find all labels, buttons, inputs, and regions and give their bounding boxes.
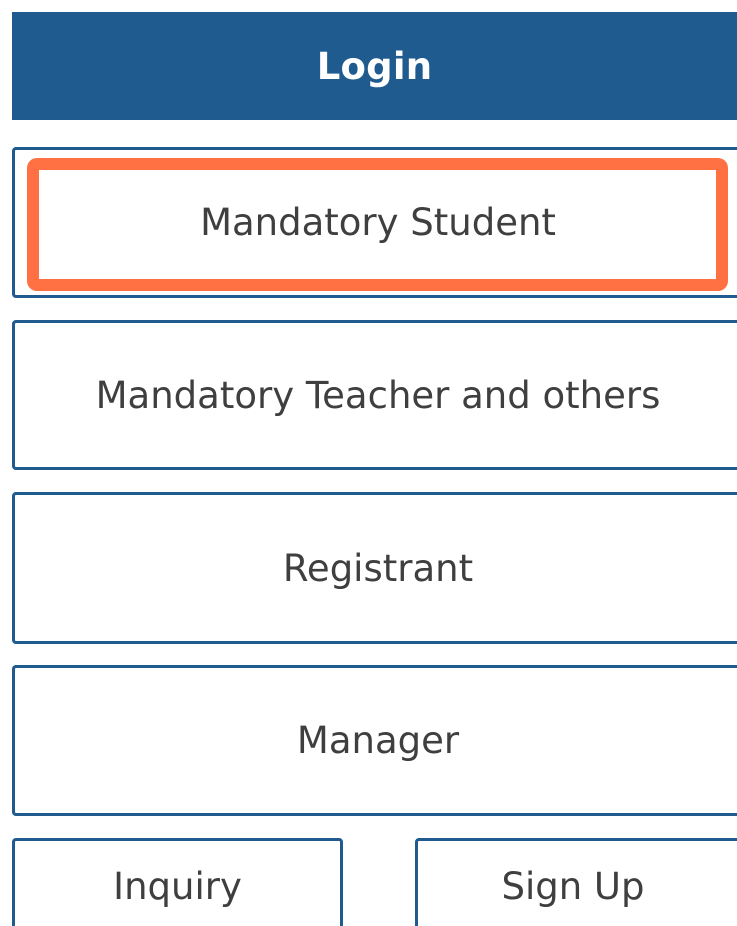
page-title: Login (316, 44, 433, 88)
inquiry-button[interactable]: Inquiry (12, 838, 343, 926)
login-header: Login (12, 12, 737, 120)
login-page: Login Mandatory Student Mandatory Teache… (0, 0, 737, 926)
mandatory-student-button[interactable]: Mandatory Student (12, 147, 737, 298)
mandatory-teacher-button[interactable]: Mandatory Teacher and others (12, 320, 737, 470)
sign-up-button[interactable]: Sign Up (415, 838, 737, 926)
mandatory-teacher-label: Mandatory Teacher and others (95, 373, 661, 417)
registrant-button[interactable]: Registrant (12, 492, 737, 644)
mandatory-student-label: Mandatory Student (200, 201, 556, 244)
manager-button[interactable]: Manager (12, 665, 737, 816)
inquiry-label: Inquiry (113, 865, 242, 908)
registrant-label: Registrant (282, 546, 474, 590)
sign-up-label: Sign Up (501, 865, 645, 908)
manager-label: Manager (296, 719, 460, 762)
